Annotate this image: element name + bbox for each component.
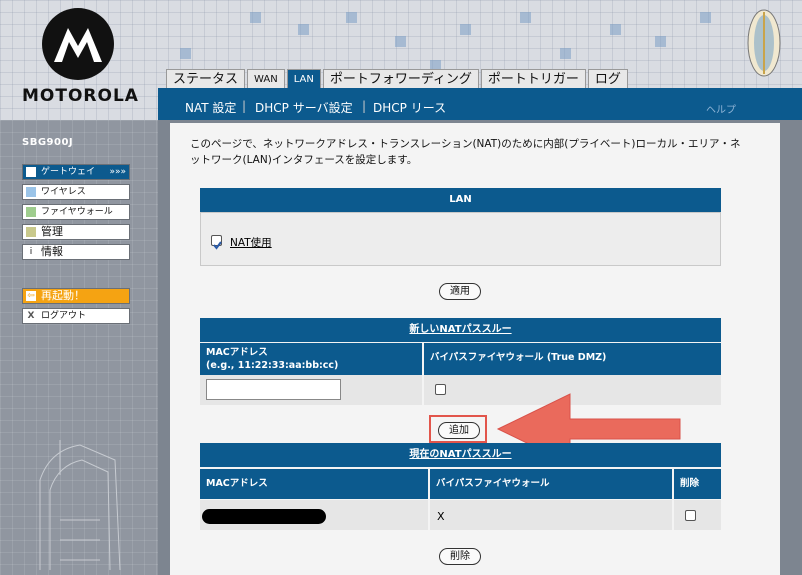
redacted-mac-address (202, 509, 326, 524)
square-icon (26, 167, 36, 177)
square-icon (26, 207, 36, 217)
delete-row-checkbox[interactable] (685, 510, 696, 521)
current-bypass-column-header: バイパスファイヤウォール (430, 469, 672, 499)
sidebar-item-logout[interactable]: X ログアウト (22, 308, 130, 324)
sidebar-item-label: ゲートウェイ (41, 167, 96, 177)
sidebar-item-gateway[interactable]: ゲートウェイ »»» (22, 164, 130, 180)
current-mac-column-header: MACアドレス (200, 469, 428, 499)
square-icon (26, 227, 36, 237)
lan-section-header: LAN (200, 188, 721, 212)
tab-port-forwarding[interactable]: ポートフォワーディング (322, 69, 479, 89)
add-button[interactable]: 追加 (438, 422, 480, 439)
model-name: SBG900J (22, 137, 74, 148)
new-bypass-column-header: バイパスファイヤウォール (True DMZ) (424, 343, 721, 375)
restart-arrow-icon: ⇦ (26, 291, 36, 301)
brand-name: MOTOROLA (22, 86, 139, 106)
nat-checkbox-label[interactable]: NAT使用 (230, 235, 272, 250)
nat-checkbox[interactable] (211, 235, 222, 250)
sub-navigation: NAT 設定 | DHCP サーバ設定 | DHCP リース ヘルプ (158, 88, 802, 120)
main-tabs: ステータス WAN LAN ポートフォワーディング ポートトリガー ログ (166, 69, 630, 89)
sidebar-item-info[interactable]: i 情報 (22, 244, 130, 260)
current-passthrough-title: 現在のNATパススルー (409, 449, 512, 460)
subnav-dhcp-lease[interactable]: DHCP リース (373, 99, 446, 116)
sidebar-item-label: 再起動！ (41, 289, 85, 302)
sidebar-item-label: ワイヤレス (41, 187, 86, 197)
new-passthrough-header: 新しいNATパススルー (200, 318, 721, 342)
sidebar-item-label: 管理 (41, 225, 63, 238)
sidebar-item-label: 情報 (41, 245, 63, 258)
tab-wan[interactable]: WAN (247, 69, 285, 89)
chevrons-right-icon: »»» (109, 167, 126, 177)
surfboard-emblem-icon (747, 9, 781, 77)
tab-status[interactable]: ステータス (166, 69, 246, 89)
sidebar-item-firewall[interactable]: ファイヤウォール (22, 204, 130, 220)
tab-log[interactable]: ログ (587, 69, 628, 89)
subnav-dhcp-server[interactable]: DHCP サーバ設定 (255, 99, 353, 116)
sidebar-item-wireless[interactable]: ワイヤレス (22, 184, 130, 200)
tab-lan[interactable]: LAN (286, 69, 321, 89)
close-icon: X (27, 311, 35, 321)
sidebar-item-label: ファイヤウォール (41, 207, 113, 217)
modem-illustration-icon (39, 440, 121, 570)
motorola-logo: MOTOROLA (22, 8, 139, 106)
subnav-nat-settings[interactable]: NAT 設定 (185, 99, 236, 116)
new-passthrough-title: 新しいNATパススルー (409, 324, 512, 335)
bypass-firewall-checkbox[interactable] (435, 384, 446, 395)
tab-port-trigger[interactable]: ポートトリガー (480, 69, 586, 89)
mac-address-input[interactable] (206, 379, 341, 400)
motorola-m-icon (42, 8, 114, 80)
apply-button[interactable]: 適用 (439, 283, 481, 300)
sidebar-item-restart[interactable]: ⇦ 再起動！ (22, 288, 130, 304)
info-icon: i (29, 247, 33, 257)
current-passthrough-header: 現在のNATパススルー (200, 443, 721, 467)
square-icon (26, 187, 36, 197)
new-mac-column-header: MACアドレス (e.g., 11:22:33:aa:bb:cc) (200, 343, 422, 375)
delete-button[interactable]: 削除 (439, 548, 481, 565)
sidebar-item-label: ログアウト (41, 311, 87, 321)
bypass-value: X (437, 510, 445, 523)
checkmark-icon (213, 241, 222, 250)
sidebar-item-admin[interactable]: 管理 (22, 224, 130, 240)
intro-text: このページで、ネットワークアドレス・トランスレーション(NAT)のために内部(プ… (190, 138, 741, 166)
lan-section-body: NAT使用 (200, 212, 721, 266)
help-link[interactable]: ヘルプ (706, 101, 736, 116)
current-delete-column-header: 削除 (674, 469, 721, 499)
